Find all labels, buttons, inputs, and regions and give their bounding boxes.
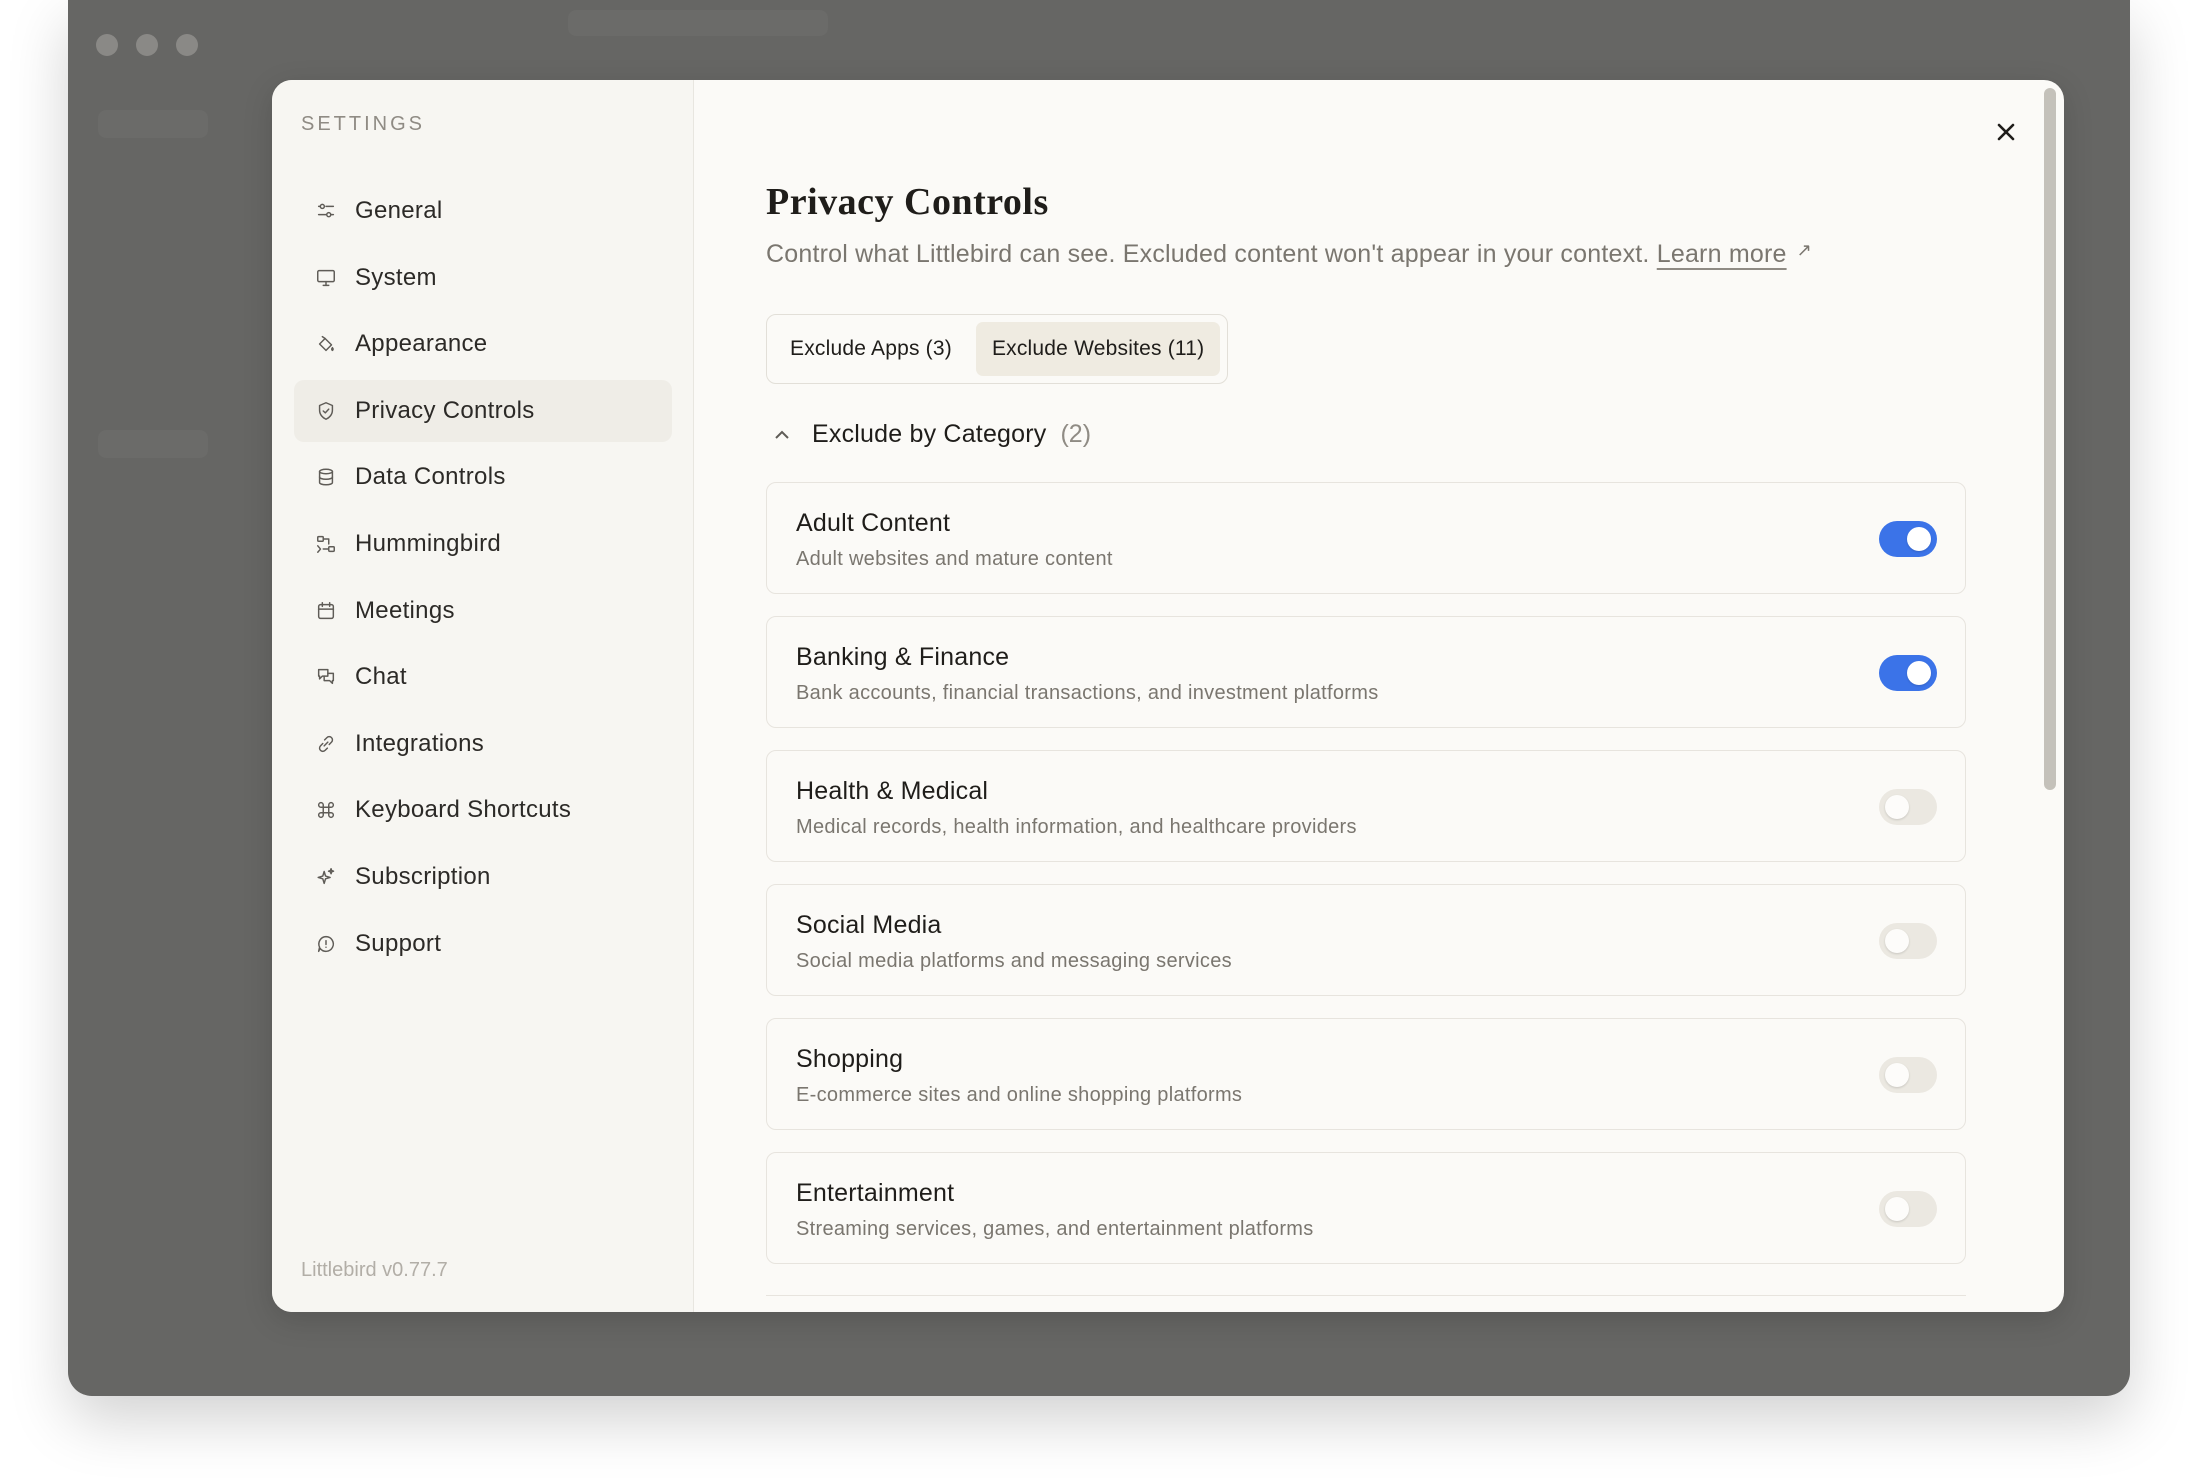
external-link-icon: ↗ [1796,240,1812,260]
sidebar-heading: SETTINGS [301,113,426,135]
sidebar-item-label: Meetings [355,596,455,624]
category-card-banking-finance: Banking & Finance Bank accounts, financi… [766,616,1966,728]
app-version: Littlebird v0.77.7 [301,1259,448,1281]
category-description: E-commerce sites and online shopping pla… [796,1084,1243,1106]
category-card-health-medical: Health & Medical Medical records, health… [766,750,1966,862]
category-description: Streaming services, games, and entertain… [796,1218,1314,1240]
chevron-up-icon [775,430,789,439]
sidebar-item-label: General [355,197,443,224]
shopping-toggle[interactable] [1879,1057,1937,1093]
window-controls [96,34,198,56]
sidebar-item-label: Keyboard Shortcuts [355,796,572,824]
sidebar-item-label: Integrations [355,729,485,757]
page-title: Privacy Controls [766,181,1049,223]
chat-bubbles-icon [314,665,338,689]
toggle-knob [1907,527,1931,551]
next-card-edge [766,1295,1966,1296]
social-media-toggle[interactable] [1879,923,1937,959]
sidebar-item-label: Subscription [355,862,491,890]
alert-bubble-icon [314,932,338,956]
category-section-title: Exclude by Category [812,420,1047,448]
category-card-adult-content: Adult Content Adult websites and mature … [766,482,1966,594]
sidebar-item-privacy-controls[interactable]: Privacy Controls [294,379,672,442]
sidebar-item-general[interactable]: General [294,180,672,242]
paint-bucket-icon [314,332,338,356]
sidebar-item-integrations[interactable]: Integrations [294,713,672,775]
category-section-count: (2) [1060,420,1092,448]
settings-sidebar: SETTINGS General System Appearance Priva… [272,80,694,1312]
health-medical-toggle[interactable] [1879,789,1937,825]
app-window: SETTINGS General System Appearance Priva… [68,0,2130,1396]
page-description: Control what Littlebird can see. Exclude… [766,240,1812,269]
sidebar-item-subscription[interactable]: Subscription [294,846,672,908]
background-blur [98,110,208,138]
description-text: Control what Littlebird can see. Exclude… [766,240,1650,268]
close-window-dot[interactable] [96,34,118,56]
link-icon [314,732,338,756]
sidebar-item-label: Appearance [355,330,488,358]
category-description: Adult websites and mature content [796,548,1113,570]
command-icon [314,798,338,822]
toggle-knob [1885,1197,1909,1221]
toggle-knob [1885,1063,1909,1087]
category-card-shopping: Shopping E-commerce sites and online sho… [766,1018,1966,1130]
sidebar-item-keyboard-shortcuts[interactable]: Keyboard Shortcuts [294,779,672,841]
category-card-entertainment: Entertainment Streaming services, games,… [766,1152,1966,1264]
close-button[interactable] [1988,114,2024,150]
category-description: Medical records, health information, and… [796,816,1357,838]
entertainment-toggle[interactable] [1879,1191,1937,1227]
category-title: Adult Content [796,509,951,537]
sidebar-item-label: System [355,263,437,291]
category-title: Banking & Finance [796,643,1010,671]
sidebar-item-system[interactable]: System [294,247,672,309]
adult-content-toggle[interactable] [1879,521,1937,557]
close-icon [1997,123,2015,141]
workflow-icon [314,532,338,556]
sidebar-item-label: Support [355,929,442,957]
calendar-icon [314,599,338,623]
privacy-controls-panel: Privacy Controls Control what Littlebird… [694,80,2064,1312]
background-blur [568,10,828,36]
learn-more-link[interactable]: Learn more [1657,240,1787,268]
sliders-icon [314,199,338,223]
toggle-knob [1885,929,1909,953]
category-title: Entertainment [796,1179,955,1207]
exclude-tabs: Exclude Apps (3) Exclude Websites (11) [766,314,1229,384]
tab-exclude-websites[interactable]: Exclude Websites (11) [975,322,1221,376]
monitor-icon [314,266,338,290]
sidebar-item-support[interactable]: Support [294,913,672,975]
sidebar-nav: General System Appearance Privacy Contro… [294,180,672,979]
sidebar-item-chat[interactable]: Chat [294,646,672,708]
sidebar-item-label: Data Controls [355,463,506,491]
zoom-window-dot[interactable] [176,34,198,56]
sidebar-item-label: Chat [355,663,407,691]
toggle-knob [1907,661,1931,685]
category-title: Health & Medical [796,777,989,805]
category-title: Shopping [796,1045,904,1073]
sidebar-item-hummingbird[interactable]: Hummingbird [294,513,672,575]
background-blur [98,430,208,458]
sidebar-item-appearance[interactable]: Appearance [294,313,672,375]
category-description: Social media platforms and messaging ser… [796,950,1232,972]
settings-modal: SETTINGS General System Appearance Priva… [272,80,2064,1312]
sidebar-item-data-controls[interactable]: Data Controls [294,446,672,508]
category-card-social-media: Social Media Social media platforms and … [766,884,1966,996]
shield-icon [314,399,338,423]
database-icon [314,465,338,489]
tab-exclude-apps[interactable]: Exclude Apps (3) [774,322,968,376]
minimize-window-dot[interactable] [136,34,158,56]
banking-finance-toggle[interactable] [1879,655,1937,691]
sidebar-item-meetings[interactable]: Meetings [294,580,672,642]
category-section-toggle[interactable]: Exclude by Category (2) [772,420,1091,449]
sidebar-item-label: Hummingbird [355,529,502,557]
category-list: Adult Content Adult websites and mature … [766,482,1966,1286]
sparkles-icon [314,865,338,889]
category-title: Social Media [796,911,942,939]
scrollbar-thumb[interactable] [2044,88,2056,790]
toggle-knob [1885,795,1909,819]
sidebar-item-label: Privacy Controls [355,396,535,424]
category-description: Bank accounts, financial transactions, a… [796,682,1379,704]
